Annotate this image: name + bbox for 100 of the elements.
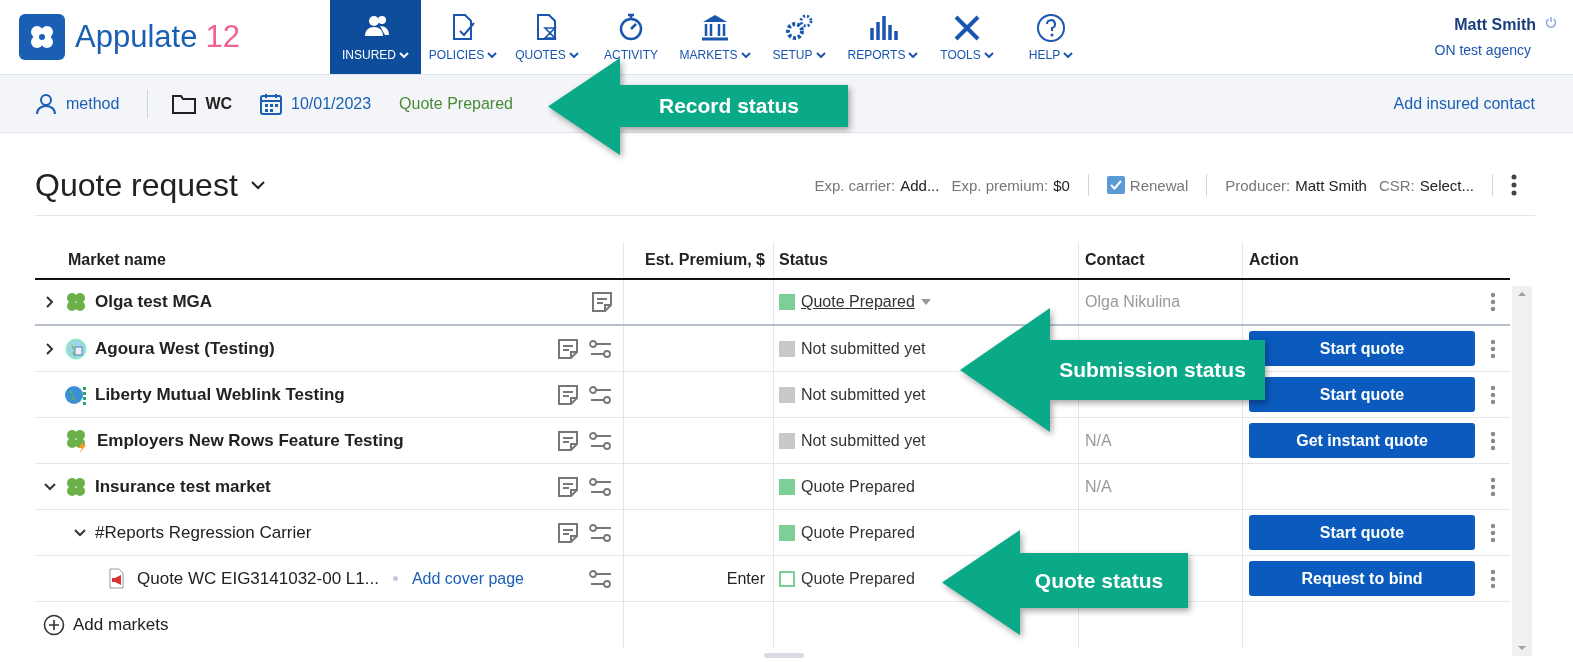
bank-icon bbox=[699, 12, 731, 42]
chevron-right-icon[interactable] bbox=[44, 296, 56, 308]
add-cover-page-link[interactable]: Add cover page bbox=[411, 569, 524, 588]
nav-label: INSURED bbox=[342, 48, 396, 62]
column-header[interactable]: Status bbox=[779, 251, 828, 269]
separator-dot bbox=[392, 576, 398, 581]
premium-input[interactable]: Enter bbox=[726, 569, 765, 588]
column-header[interactable]: Action bbox=[1249, 251, 1299, 269]
note-icon[interactable] bbox=[557, 337, 579, 360]
nav-tab[interactable]: SETUP bbox=[757, 0, 841, 74]
market-name[interactable]: Insurance test market bbox=[95, 476, 271, 497]
field-label: CSR: bbox=[1378, 176, 1415, 194]
market-name[interactable]: Employers New Rows Feature Testing bbox=[97, 430, 404, 451]
note-icon[interactable] bbox=[557, 475, 579, 498]
page-title: Quote request bbox=[35, 166, 238, 204]
effective-date[interactable]: 10/01/2023 bbox=[291, 94, 372, 113]
market-name[interactable]: Agoura West (Testing) bbox=[95, 338, 275, 359]
nav-label: HELP bbox=[1028, 48, 1061, 62]
clover-lightning-icon bbox=[65, 427, 89, 454]
callout-label: Record status bbox=[657, 93, 800, 119]
clover-logo-icon bbox=[19, 14, 65, 60]
field-value[interactable]: $0 bbox=[1053, 176, 1070, 194]
nav-label: POLICIES bbox=[428, 48, 485, 62]
note-icon[interactable] bbox=[557, 383, 579, 406]
status-text: Not submitted yet bbox=[801, 431, 926, 450]
gears-icon bbox=[783, 12, 815, 42]
version-number: 12 bbox=[205, 19, 240, 55]
status-text: Quote Prepared bbox=[801, 523, 915, 542]
nav-tab[interactable]: TOOLS bbox=[925, 0, 1009, 74]
resize-handle[interactable] bbox=[764, 653, 804, 658]
nav-label: TOOLS bbox=[940, 48, 981, 62]
contact-name: N/A bbox=[1085, 477, 1112, 496]
carrier-name[interactable]: #Reports Regression Carrier bbox=[95, 522, 312, 543]
checkbox[interactable] bbox=[1106, 176, 1125, 194]
contact-name: N/A bbox=[1085, 431, 1112, 450]
nav-label: ACTIVITY bbox=[604, 48, 658, 62]
nav-tab[interactable]: POLICIES bbox=[421, 0, 505, 74]
note-icon[interactable] bbox=[591, 291, 613, 313]
sliders-icon[interactable] bbox=[589, 431, 613, 450]
nav-tab[interactable]: INSURED bbox=[330, 0, 421, 74]
kebab-menu-icon[interactable] bbox=[1511, 174, 1517, 196]
action-button[interactable]: Start quote bbox=[1249, 377, 1475, 412]
nav-tab[interactable]: QUOTES bbox=[505, 0, 589, 74]
chevron-down-icon[interactable] bbox=[249, 180, 266, 190]
market-name[interactable]: Olga test MGA bbox=[95, 292, 213, 312]
globe-icon bbox=[65, 337, 87, 360]
checkbox-label: Renewal bbox=[1129, 176, 1189, 194]
agency-name: ON test agency bbox=[1434, 42, 1531, 58]
field-label: Producer: bbox=[1225, 176, 1291, 194]
field-value[interactable]: Add... bbox=[900, 176, 940, 194]
sliders-icon[interactable] bbox=[589, 569, 613, 588]
note-icon[interactable] bbox=[557, 521, 579, 544]
action-button[interactable]: Request to bind bbox=[1249, 561, 1475, 596]
sliders-icon[interactable] bbox=[589, 385, 613, 404]
nav-tab[interactable]: REPORTS bbox=[841, 0, 925, 74]
sliders-icon[interactable] bbox=[589, 477, 613, 496]
action-button[interactable]: Get instant quote bbox=[1249, 423, 1475, 458]
callout-label: Submission status bbox=[1058, 357, 1247, 383]
status-text: Not submitted yet bbox=[801, 339, 926, 358]
status-text: Not submitted yet bbox=[801, 385, 926, 404]
folder-icon bbox=[172, 93, 197, 114]
sliders-icon[interactable] bbox=[589, 523, 613, 542]
chevron-right-icon[interactable] bbox=[44, 342, 56, 355]
status-dropdown[interactable]: Quote Prepared bbox=[801, 293, 915, 311]
add-markets-link[interactable]: Add markets bbox=[73, 615, 169, 635]
status-text: Quote Prepared bbox=[801, 477, 915, 496]
action-button[interactable]: Start quote bbox=[1249, 515, 1475, 550]
insured-link[interactable]: method bbox=[66, 94, 120, 113]
note-icon[interactable] bbox=[557, 429, 579, 452]
power-icon[interactable] bbox=[1545, 16, 1557, 28]
nav-tab[interactable]: MARKETS bbox=[673, 0, 757, 74]
market-name[interactable]: Liberty Mutual Weblink Testing bbox=[95, 384, 345, 405]
add-contact-link[interactable]: Add insured contact bbox=[1393, 94, 1535, 113]
nav-tab[interactable]: ACTIVITY bbox=[589, 0, 673, 74]
field-value[interactable]: Matt Smith bbox=[1295, 176, 1367, 194]
field-label: Exp. premium: bbox=[951, 176, 1049, 194]
line-of-business: WC bbox=[205, 94, 233, 113]
help-icon bbox=[1035, 12, 1067, 42]
globe-icon bbox=[65, 383, 87, 406]
calendar-icon bbox=[260, 92, 283, 115]
nav-label: QUOTES bbox=[515, 48, 566, 62]
chevron-down-icon[interactable] bbox=[44, 480, 56, 493]
quote-name[interactable]: Quote WC EIG3141032-00 L1... bbox=[137, 568, 379, 589]
plus-circle-icon[interactable] bbox=[43, 614, 65, 636]
field-label: Exp. carrier: bbox=[814, 176, 896, 194]
caret-down-icon[interactable] bbox=[920, 299, 931, 305]
column-header[interactable]: Market name bbox=[68, 251, 166, 269]
chevron-down-icon[interactable] bbox=[74, 526, 86, 539]
user-name[interactable]: Matt Smith bbox=[1454, 16, 1536, 34]
nav-label: REPORTS bbox=[847, 48, 906, 62]
column-header[interactable]: Est. Premium, $ bbox=[644, 251, 765, 269]
clover-icon bbox=[65, 475, 87, 498]
scrollbar[interactable] bbox=[1512, 286, 1532, 656]
action-button[interactable]: Start quote bbox=[1249, 331, 1475, 366]
sliders-icon[interactable] bbox=[589, 339, 613, 358]
nav-tab[interactable]: HELP bbox=[1009, 0, 1093, 74]
column-header[interactable]: Contact bbox=[1085, 251, 1145, 269]
callout-label: Quote status bbox=[1033, 567, 1165, 594]
field-value[interactable]: Select... bbox=[1419, 176, 1474, 194]
person-icon bbox=[35, 92, 57, 115]
